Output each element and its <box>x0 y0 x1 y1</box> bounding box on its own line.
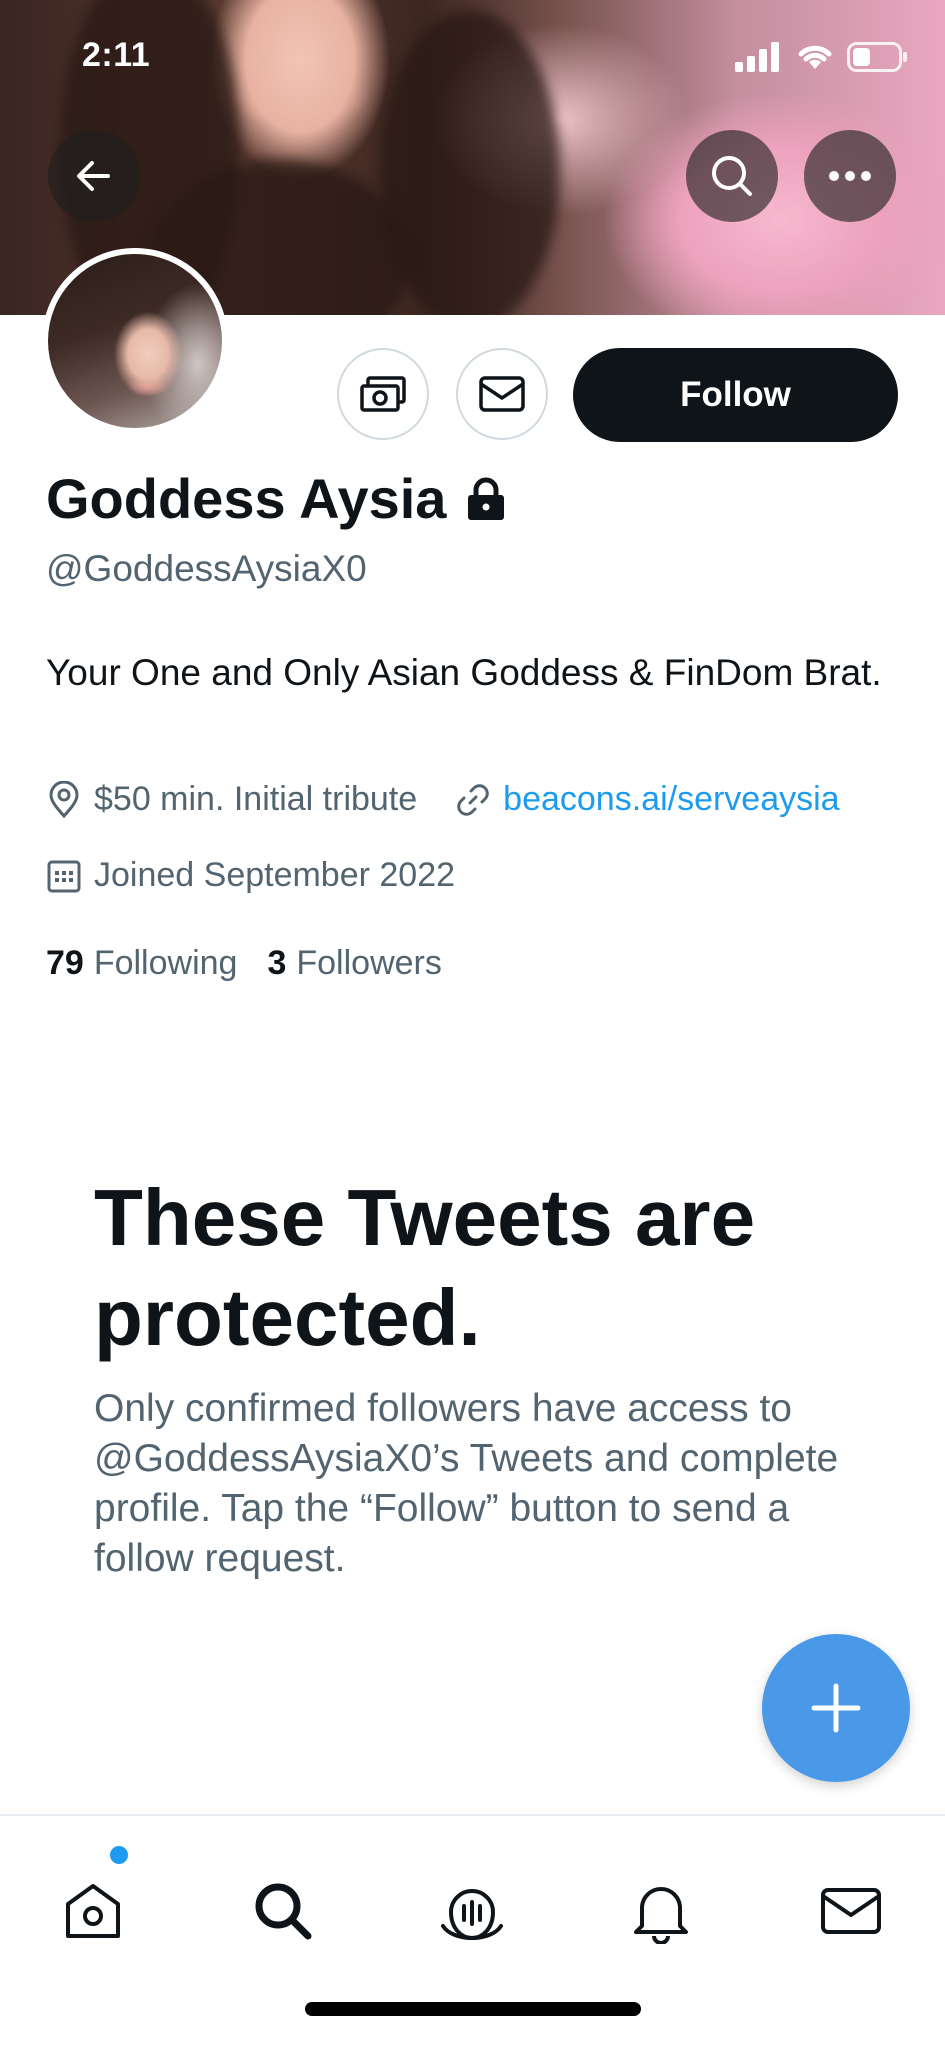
lock-icon <box>468 477 505 520</box>
notifications-icon <box>634 1887 688 1944</box>
display-name: Goddess Aysia <box>46 467 447 530</box>
search-icon <box>255 1883 312 1940</box>
home-indicator <box>305 2002 641 2016</box>
display-name-row: Goddess Aysia <box>46 466 508 531</box>
followers-count: 3 <box>267 944 287 982</box>
home-icon <box>66 1884 120 1938</box>
tab-search[interactable] <box>238 1866 328 1956</box>
spaces-icon <box>441 1889 503 1941</box>
link-icon <box>457 783 489 816</box>
tip-button[interactable] <box>337 348 429 440</box>
status-icons <box>735 42 909 72</box>
avatar-image <box>48 254 222 428</box>
more-button[interactable] <box>804 130 896 222</box>
envelope-icon <box>479 376 525 412</box>
followers-label: Followers <box>296 944 442 982</box>
money-icon <box>360 376 406 412</box>
tab-spaces[interactable] <box>427 1866 517 1956</box>
followers-stat[interactable]: 3 Followers <box>267 944 441 983</box>
tab-messages[interactable] <box>806 1866 896 1956</box>
messages-icon <box>821 1888 881 1934</box>
follow-button[interactable]: Follow <box>573 348 898 442</box>
joined-text: Joined September 2022 <box>94 856 456 894</box>
following-label: Following <box>93 944 238 982</box>
following-stat[interactable]: 79 Following <box>46 944 237 983</box>
search-icon <box>712 156 752 196</box>
more-dots-icon <box>829 171 871 181</box>
battery-icon <box>847 42 907 72</box>
back-button[interactable] <box>48 130 140 222</box>
calendar-icon <box>47 860 81 892</box>
signal-icon <box>735 42 779 72</box>
avatar[interactable] <box>42 248 228 434</box>
tab-notifications[interactable] <box>616 1866 706 1956</box>
website-link[interactable]: beacons.ai/serveaysia <box>503 780 839 819</box>
meta-joined-row: Joined September 2022 <box>46 856 455 895</box>
follow-stats: 79 Following 3 Followers <box>46 944 442 983</box>
plus-icon <box>811 1683 861 1733</box>
location-pin-icon <box>49 780 79 818</box>
wifi-icon <box>798 45 832 69</box>
message-button[interactable] <box>456 348 548 440</box>
location-text: $50 min. Initial tribute <box>94 780 418 818</box>
protected-body: Only confirmed followers have access to … <box>94 1387 839 1580</box>
back-arrow-icon <box>77 161 110 191</box>
home-notification-dot <box>110 1846 128 1864</box>
status-time: 2:11 <box>82 36 151 74</box>
tab-home[interactable] <box>48 1866 138 1956</box>
search-button[interactable] <box>686 130 778 222</box>
meta-location-row: $50 min. Initial tribute beacons.ai/serv… <box>46 780 840 819</box>
following-count: 79 <box>46 944 84 982</box>
protected-title: These Tweets are protected. <box>94 1173 756 1362</box>
bio: Your One and Only Asian Goddess & FinDom… <box>46 652 882 693</box>
handle: @GoddessAysiaX0 <box>46 548 367 589</box>
compose-tweet-button[interactable] <box>762 1634 910 1782</box>
